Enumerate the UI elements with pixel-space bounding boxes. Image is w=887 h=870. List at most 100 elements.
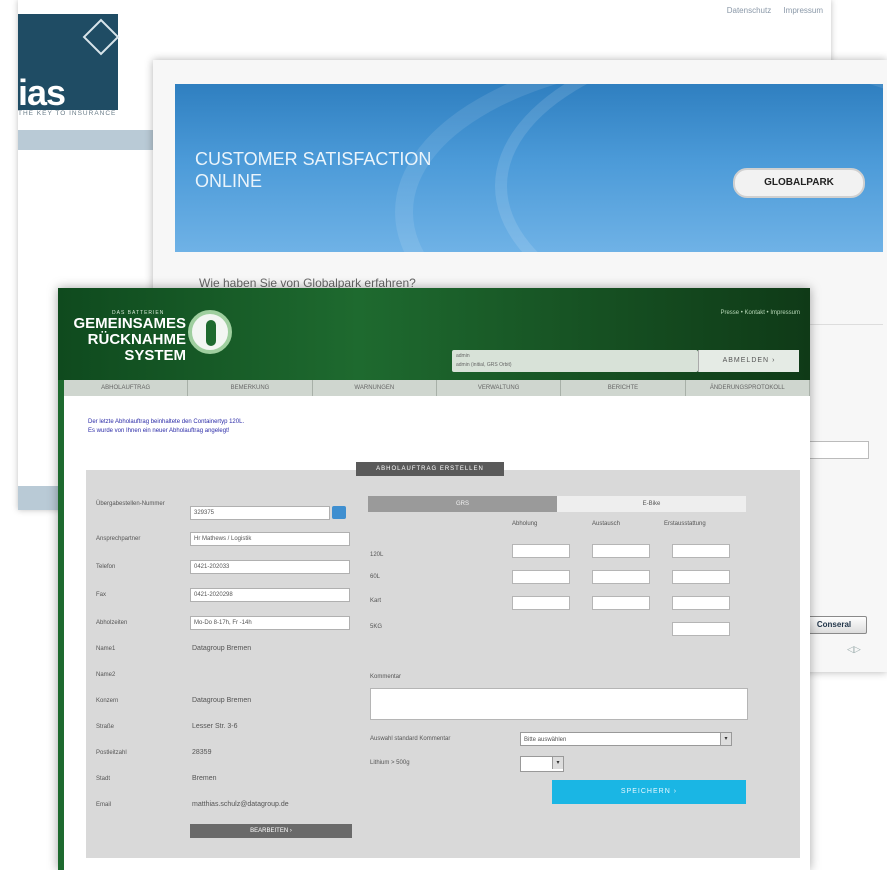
grs-logo-text: GEMEINSAMES RÜCKNAHME SYSTEM: [64, 316, 186, 364]
lookup-icon[interactable]: [332, 506, 346, 519]
grs-header: DAS BATTERIEN GEMEINSAMES RÜCKNAHME SYST…: [58, 288, 810, 380]
field-value: Datagroup Bremen: [192, 697, 252, 704]
telefon-input[interactable]: 0421-202033: [190, 560, 350, 574]
lithium-label: Lithium > 500g: [370, 760, 410, 766]
ias-logo-text: ias: [18, 72, 66, 113]
row-label: 120L: [370, 552, 384, 558]
column-header: Erstausstattung: [664, 521, 706, 527]
kommentar-label: Kommentar: [370, 674, 402, 680]
qty-input[interactable]: [672, 596, 730, 610]
edit-label: BEARBEITEN: [250, 828, 289, 834]
logout-button[interactable]: ABMELDEN ›: [698, 350, 799, 372]
scroll-indicator-icon[interactable]: ◁▷: [847, 644, 861, 655]
ias-top-links: Datenschutz Impressum: [717, 6, 823, 15]
login-info: admin admin (initial, GRS Orbit): [452, 350, 698, 372]
abholzeiten-input[interactable]: Mo-Do 8-17h, Fr -14h: [190, 616, 350, 630]
field-label: Telefon: [96, 564, 116, 570]
chevron-down-icon: ▾: [720, 733, 731, 745]
battery-icon: [206, 320, 216, 346]
cso-banner: CUSTOMER SATISFACTION ONLINE GLOBALPARK: [175, 84, 883, 252]
globalpark-logo-text: GLOBALPARK: [764, 177, 834, 188]
grs-main-nav: ABHOLAUFTRAG BEMERKUNG WARNUNGEN VERWALT…: [64, 380, 810, 396]
std-kommentar-label: Auswahl standard Kommentar: [370, 736, 451, 742]
chevron-right-icon: ›: [673, 788, 678, 795]
ias-band: [18, 130, 158, 150]
field-value: 28359: [192, 749, 212, 756]
row-label: 5KG: [370, 624, 383, 630]
nav-aenderungsprotokoll[interactable]: ÄNDERUNGSPROTOKOLL: [686, 380, 810, 396]
kommentar-textarea[interactable]: [370, 688, 748, 720]
tab-grs[interactable]: GRS: [368, 496, 557, 512]
cso-title-line2: ONLINE: [195, 171, 263, 191]
grs-name-line1: GEMEINSAMES: [73, 315, 186, 332]
field-label: Name2: [96, 672, 116, 678]
save-button[interactable]: SPEICHERN ›: [552, 780, 746, 804]
chevron-down-icon: ▾: [552, 757, 563, 769]
tab-ebike[interactable]: E-Bike: [557, 496, 746, 512]
status-message-line2: Es wurde von Ihnen ein neuer Abholauftra…: [88, 428, 230, 434]
grs-top-links[interactable]: Presse • Kontakt • Impressum: [720, 310, 800, 316]
ansprechpartner-input[interactable]: Hr Mathews / Logistik: [190, 532, 350, 546]
grs-name-line3: SYSTEM: [124, 347, 186, 364]
qty-input[interactable]: [672, 570, 730, 584]
grs-name-line2: RÜCKNAHME: [87, 331, 186, 348]
qty-input[interactable]: [592, 596, 650, 610]
column-header: Abholung: [512, 521, 538, 527]
qty-input[interactable]: [672, 622, 730, 636]
globalpark-logo: GLOBALPARK: [733, 168, 865, 198]
container-tabs: GRS E-Bike: [368, 496, 746, 512]
nav-warnungen[interactable]: WARNUNGEN: [313, 380, 437, 396]
grs-side-border: [58, 380, 64, 870]
qty-input[interactable]: [592, 544, 650, 558]
field-value: Bremen: [192, 775, 217, 782]
field-value: Datagroup Bremen: [192, 645, 252, 652]
cso-title: CUSTOMER SATISFACTION ONLINE: [195, 148, 495, 192]
field-label: Straße: [96, 724, 115, 730]
field-label: Name1: [96, 646, 116, 652]
qty-input[interactable]: [672, 544, 730, 558]
status-message-line1: Der letzte Abholauftrag beinhaltete den …: [88, 419, 245, 425]
battery-recycle-icon: [188, 310, 232, 354]
field-label: Email: [96, 802, 112, 808]
field-label: Stadt: [96, 776, 111, 782]
std-kommentar-value: Bitte auswählen: [524, 737, 567, 743]
edit-button[interactable]: BEARBEITEN ›: [190, 824, 352, 838]
impressum-link[interactable]: Impressum: [783, 6, 823, 15]
nav-abholauftrag[interactable]: ABHOLAUFTRAG: [64, 380, 189, 396]
field-label: Übergabestellen-Nummer: [96, 501, 165, 507]
grs-window: DAS BATTERIEN GEMEINSAMES RÜCKNAHME SYST…: [58, 288, 810, 870]
column-header: Austausch: [592, 521, 621, 527]
login-role: admin (initial, GRS Orbit): [456, 362, 512, 368]
qty-input[interactable]: [512, 596, 570, 610]
survey-button[interactable]: Conseral: [801, 616, 867, 634]
field-label: Fax: [96, 592, 107, 598]
field-label: Postleitzahl: [96, 750, 127, 756]
nav-berichte[interactable]: BERICHTE: [561, 380, 686, 396]
ias-tagline: THE KEY TO INSURANCE: [18, 110, 117, 117]
field-label: Konzern: [96, 698, 119, 704]
nav-verwaltung[interactable]: VERWALTUNG: [437, 380, 562, 396]
nav-bemerkung[interactable]: BEMERKUNG: [188, 380, 313, 396]
datenschutz-link[interactable]: Datenschutz: [727, 6, 771, 15]
ias-logo: ias: [18, 14, 120, 113]
qty-input[interactable]: [512, 544, 570, 558]
cso-title-line1: CUSTOMER SATISFACTION: [195, 149, 432, 169]
panel-title: ABHOLAUFTRAG ERSTELLEN: [356, 462, 504, 476]
lithium-select[interactable]: ▾: [520, 756, 564, 772]
field-value: Lesser Str. 3-6: [192, 723, 238, 730]
abholauftrag-panel: ABHOLAUFTRAG ERSTELLEN Übergabestellen-N…: [86, 462, 800, 858]
diamond-icon: [82, 18, 120, 56]
logout-label: ABMELDEN: [722, 357, 770, 364]
save-label: SPEICHERN: [620, 788, 671, 795]
chevron-right-icon: ›: [772, 357, 776, 364]
qty-input[interactable]: [592, 570, 650, 584]
std-kommentar-select[interactable]: Bitte auswählen ▾: [520, 732, 732, 746]
qty-input[interactable]: [512, 570, 570, 584]
row-label: Kart: [370, 598, 382, 604]
uebergabestelle-input[interactable]: 329375: [190, 506, 330, 520]
fax-input[interactable]: 0421-2020298: [190, 588, 350, 602]
field-label: Abholzeiten: [96, 620, 128, 626]
field-value: matthias.schulz@datagroup.de: [192, 801, 289, 808]
chevron-right-icon: ›: [289, 828, 292, 834]
field-label: Ansprechpartner: [96, 536, 141, 542]
